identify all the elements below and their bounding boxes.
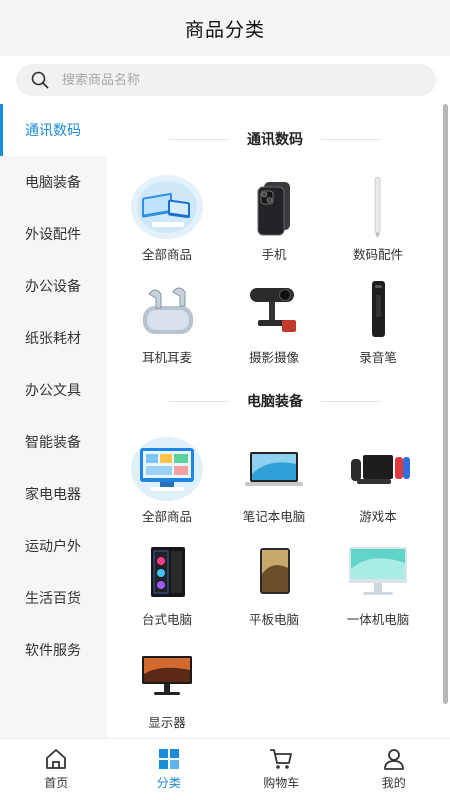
category-icon [158,749,179,769]
divider [321,138,381,140]
grid-item-label: 平板电脑 [248,612,299,627]
sidebar-item-smart-devices[interactable]: 智能装备 [0,416,107,468]
section-title: 电脑装备 [247,394,303,410]
divider [169,138,229,140]
grid-item-label: 全部商品 [141,247,192,262]
sidebar-item-home-appliances[interactable]: 家电电器 [0,468,107,520]
tab-cart[interactable]: 购物车 [225,739,338,800]
grid-item-label: 手机 [261,247,287,262]
sidebar-item-communication-digital[interactable]: 通讯数码 [0,104,107,156]
sidebar-item-daily-goods[interactable]: 生活百货 [0,572,107,624]
section-title: 通讯数码 [247,132,303,148]
sidebar-item-label: 生活百货 [25,591,81,607]
app-header: 商品分类 [0,0,450,56]
bottom-tab-bar: 首页 分类 购物车 我的 [0,738,450,800]
grid-item-digital-accessories[interactable]: 数码配件 [328,174,428,263]
sidebar-item-software-services[interactable]: 软件服务 [0,624,107,676]
tab-label: 购物车 [263,776,300,790]
grid-item-label: 显示器 [148,715,186,730]
desktop-tower-image [129,539,205,605]
grid-item-label: 录音笔 [359,350,397,365]
sidebar-item-label: 智能装备 [25,435,81,451]
divider [169,400,229,402]
sidebar-item-label: 外设配件 [25,227,81,243]
search-bar[interactable] [16,64,436,96]
phone-image [236,174,312,240]
user-icon [383,749,404,770]
grid-item-label: 笔记本电脑 [242,509,306,524]
webcam-image [236,277,312,343]
sidebar-item-label: 软件服务 [25,643,81,659]
earbuds-image [129,277,205,343]
cart-icon [270,749,293,769]
grid-item-monitor[interactable]: 显示器 [117,642,217,731]
sidebar-item-label: 办公文具 [25,383,81,399]
sidebar-item-label: 办公设备 [25,279,81,295]
grid-item-phone[interactable]: 手机 [224,174,324,263]
laptop-image [236,436,312,502]
sidebar-item-computer-equipment[interactable]: 电脑装备 [0,156,107,208]
sidebar-item-sports-outdoor[interactable]: 运动户外 [0,520,107,572]
grid-item-desktop[interactable]: 台式电脑 [117,539,217,628]
section-header: 电脑装备 [107,390,443,412]
scrollbar[interactable] [443,104,448,704]
stylus-image [340,174,416,240]
tab-label: 我的 [381,776,406,790]
tab-label: 分类 [156,776,181,790]
search-icon [31,71,49,89]
grid-item-label: 全部商品 [141,509,192,524]
voice-recorder-image [340,277,416,343]
grid-item-label: 一体机电脑 [346,612,410,627]
search-bar-container [0,56,450,104]
monitor-image [129,642,205,708]
game-console-image [340,436,416,502]
category-content[interactable]: 通讯数码 全部商品 手机 数码配件 耳机耳麦 摄影摄像 录音笔 电脑装备 全部商… [107,104,443,738]
all-in-one-image [340,539,416,605]
tablet-image [236,539,312,605]
page-title: 商品分类 [184,18,265,41]
tab-home[interactable]: 首页 [0,739,113,800]
search-input[interactable] [62,72,392,88]
grid-item-earphones[interactable]: 耳机耳麦 [117,277,217,366]
tab-label: 首页 [44,776,69,790]
sidebar-item-label: 通讯数码 [25,123,81,139]
sidebar-item-office-equipment[interactable]: 办公设备 [0,260,107,312]
home-icon [46,749,67,769]
grid-item-label: 台式电脑 [141,612,192,627]
all-products-image [129,436,205,502]
sidebar-item-peripherals[interactable]: 外设配件 [0,208,107,260]
grid-item-all-products[interactable]: 全部商品 [117,436,217,525]
sidebar-item-label: 电脑装备 [25,175,81,191]
category-sidebar: 通讯数码 电脑装备 外设配件 办公设备 纸张耗材 办公文具 智能装备 家电电器 … [0,104,107,738]
grid-item-all-products[interactable]: 全部商品 [117,174,217,263]
sidebar-item-label: 家电电器 [25,487,81,503]
all-products-image [129,174,205,240]
grid-item-tablet[interactable]: 平板电脑 [224,539,324,628]
sidebar-item-label: 纸张耗材 [25,331,81,347]
grid-item-label: 游戏本 [359,509,397,524]
grid-item-gaming-laptop[interactable]: 游戏本 [328,436,428,525]
sidebar-item-stationery[interactable]: 办公文具 [0,364,107,416]
grid-item-label: 摄影摄像 [248,350,299,365]
grid-item-voice-recorder[interactable]: 录音笔 [328,277,428,366]
divider [321,400,381,402]
grid-item-laptop[interactable]: 笔记本电脑 [224,436,324,525]
grid-item-label: 耳机耳麦 [141,350,192,365]
tab-profile[interactable]: 我的 [338,739,450,800]
section-header: 通讯数码 [107,128,443,150]
sidebar-item-paper-consumables[interactable]: 纸张耗材 [0,312,107,364]
tab-category[interactable]: 分类 [113,739,226,800]
grid-item-label: 数码配件 [352,247,403,262]
grid-item-photography[interactable]: 摄影摄像 [224,277,324,366]
sidebar-item-label: 运动户外 [25,539,81,555]
grid-item-all-in-one[interactable]: 一体机电脑 [328,539,428,628]
